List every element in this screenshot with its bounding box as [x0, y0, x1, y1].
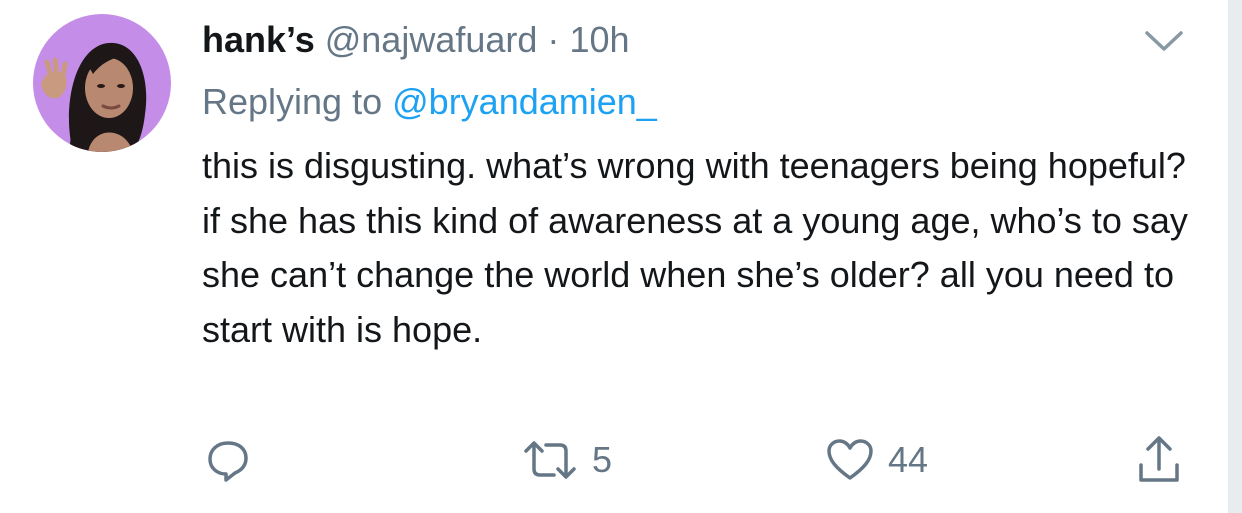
retweet-button[interactable]: 5: [522, 430, 612, 490]
like-count: 44: [888, 439, 929, 480]
retweet-count: 5: [592, 439, 613, 480]
separator-dot: ·: [547, 19, 560, 60]
user-handle[interactable]: @najwafuard: [325, 19, 538, 60]
retweet-icon: [524, 441, 576, 479]
replying-to: Replying to @bryandamien_: [202, 80, 657, 124]
avatar[interactable]: [33, 14, 171, 152]
heart-icon: [827, 439, 873, 480]
reply-button[interactable]: [205, 430, 251, 490]
tweet-text: this is disgusting. what’s wrong with te…: [202, 145, 1188, 350]
display-name[interactable]: hank’s: [202, 19, 315, 60]
like-button[interactable]: 44: [826, 430, 928, 490]
reply-icon: [208, 441, 248, 482]
tweet-header: hank’s @najwafuard · 10h: [202, 18, 630, 62]
share-button[interactable]: [1136, 430, 1182, 490]
action-bar: 5 44: [0, 430, 1242, 490]
avatar-image: [33, 14, 171, 152]
share-icon: [1139, 436, 1179, 482]
tweet[interactable]: hank’s @najwafuard · 10h Replying to @br…: [0, 0, 1242, 513]
chevron-down-icon[interactable]: [1143, 28, 1185, 54]
scrollbar-track: [1228, 0, 1242, 513]
timestamp[interactable]: 10h: [569, 19, 629, 60]
mention-link[interactable]: @bryandamien_: [392, 81, 657, 122]
replying-to-label: Replying to: [202, 81, 383, 122]
